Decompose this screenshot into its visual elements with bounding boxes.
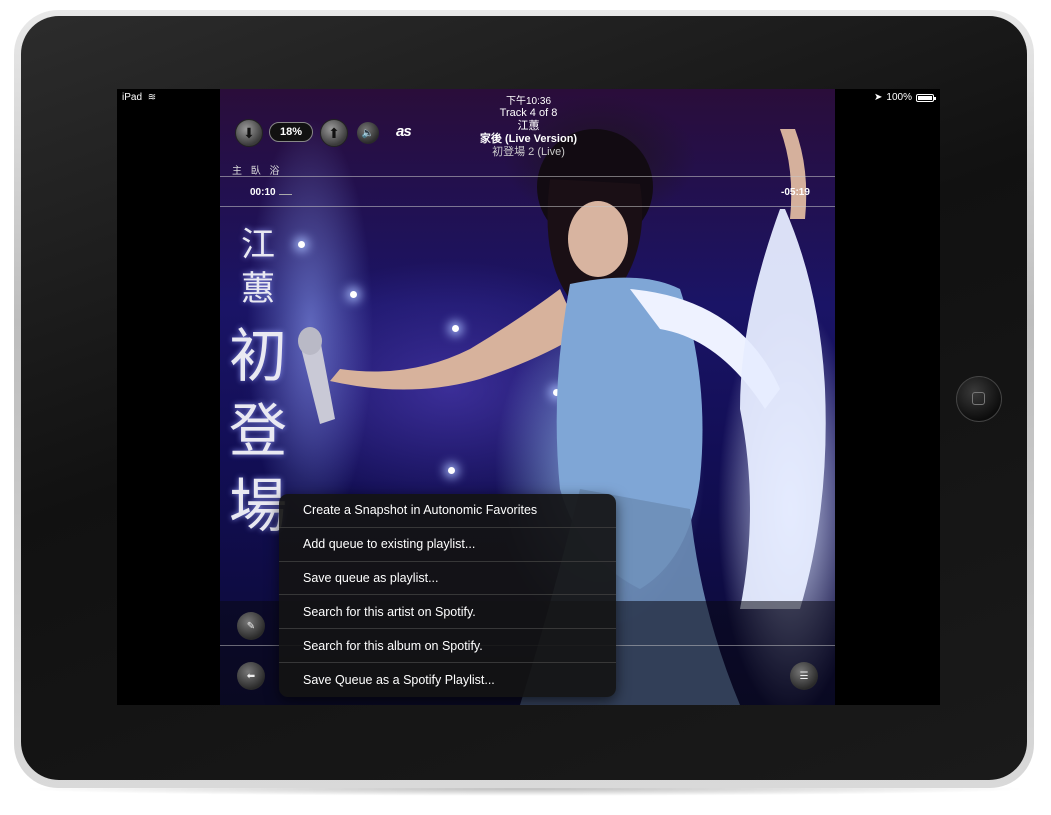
progress-bar[interactable] [279,194,292,195]
pencil-icon: ✎ [246,620,256,632]
menu-item-add-to-playlist[interactable]: Add queue to existing playlist... [279,528,616,562]
location-arrow-icon: ➤ [874,92,883,103]
volume-percent: 18% [269,122,313,142]
menu-item-save-spotify-playlist[interactable]: Save Queue as a Spotify Playlist... [279,663,616,697]
home-square-icon [972,392,985,405]
home-button[interactable] [956,376,1002,422]
lastfm-logo[interactable]: as [396,123,412,140]
speaker-icon: 🔈 [361,127,375,139]
menu-item-search-artist-spotify[interactable]: Search for this artist on Spotify. [279,595,616,630]
context-menu: Create a Snapshot in Autonomic Favorites… [279,494,616,697]
volume-up-button[interactable]: ⬆ [320,119,348,147]
arrow-left-icon: ⬅ [246,670,256,682]
back-button[interactable]: ⬅ [237,662,265,690]
status-time: 下午10:36 [505,96,552,107]
status-right: ➤ 100% [874,92,936,103]
status-bar: iPad ≋ 下午10:36 ➤ 100% [117,89,940,107]
menu-item-search-album-spotify[interactable]: Search for this album on Spotify. [279,629,616,664]
queue-button[interactable]: ☰ [790,662,818,690]
track-album: 初登場 2 (Live) [492,146,565,158]
mute-button[interactable]: 🔈 [357,122,379,144]
track-position: Track 4 of 8 [499,107,558,119]
battery-percent: 100% [886,92,912,103]
edit-button[interactable]: ✎ [237,612,265,640]
room-label: 主 臥 浴 [232,166,283,177]
arrow-down-icon: ⬇ [243,124,255,141]
screen: 江 蕙 初 登 場 iPad ≋ 下午10:36 ➤ 100% Track 4 … [117,89,940,705]
battery-icon [916,93,936,102]
divider [220,206,835,207]
list-icon: ☰ [799,670,809,682]
arrow-up-icon: ⬆ [328,124,340,141]
menu-item-save-as-playlist[interactable]: Save queue as playlist... [279,562,616,596]
time-elapsed: 00:10 [250,187,276,198]
divider [220,176,835,177]
volume-down-button[interactable]: ⬇ [235,119,263,147]
time-remaining: -05:19 [781,187,810,198]
menu-item-create-snapshot[interactable]: Create a Snapshot in Autonomic Favorites [279,494,616,528]
